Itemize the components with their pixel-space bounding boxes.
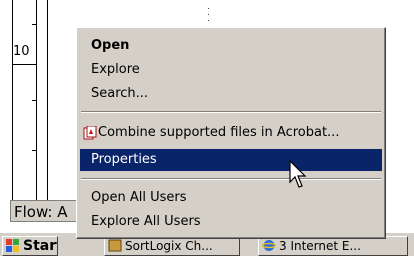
ruler-tick	[32, 100, 37, 101]
windows-logo-icon	[6, 239, 19, 252]
ruler-line	[47, 0, 48, 200]
mouse-pointer-icon	[289, 160, 307, 188]
acrobat-icon	[83, 126, 97, 140]
menu-separator	[81, 178, 381, 180]
context-menu: Open Explore Search... Combine supported…	[76, 27, 386, 239]
menu-item-label: Explore All Users	[91, 214, 201, 229]
taskbar-button-label: SortLogix Ch...	[125, 239, 213, 253]
menu-item-explore-all-users[interactable]: Explore All Users	[80, 211, 382, 233]
menu-item-label: Open	[91, 38, 130, 53]
menu-item-label: Explore	[91, 62, 140, 77]
app-icon	[108, 239, 122, 252]
internet-explorer-icon	[262, 240, 276, 251]
menu-item-label: Properties	[91, 152, 157, 167]
ruler-tick	[12, 64, 37, 65]
ruler-line	[12, 0, 13, 200]
menu-item-properties[interactable]: Properties	[80, 149, 382, 171]
menu-item-label: Combine supported files in Acrobat...	[98, 125, 340, 140]
menu-separator	[81, 111, 381, 113]
taskbar-button-internet-explorer[interactable]: 3 Internet E...	[258, 236, 408, 256]
dot	[208, 20, 209, 21]
taskbar-button-sortlogix[interactable]: SortLogix Ch...	[104, 236, 240, 256]
ruler-tick	[32, 150, 37, 151]
start-label: Start	[23, 238, 57, 254]
dot	[208, 14, 209, 15]
menu-item-label: Open All Users	[91, 190, 187, 205]
menu-item-combine-acrobat[interactable]: Combine supported files in Acrobat...	[80, 122, 382, 144]
menu-item-search[interactable]: Search...	[80, 83, 382, 105]
menu-item-label: Search...	[91, 86, 149, 101]
menu-item-explore[interactable]: Explore	[80, 59, 382, 81]
ruler-label: 10	[13, 44, 30, 59]
menu-item-open-all-users[interactable]: Open All Users	[80, 187, 382, 209]
ruler-tick	[32, 24, 37, 25]
dot	[208, 8, 209, 9]
start-button[interactable]: Start	[2, 236, 58, 256]
menu-item-open[interactable]: Open	[80, 35, 382, 57]
taskbar-button-label: 3 Internet E...	[279, 239, 361, 253]
